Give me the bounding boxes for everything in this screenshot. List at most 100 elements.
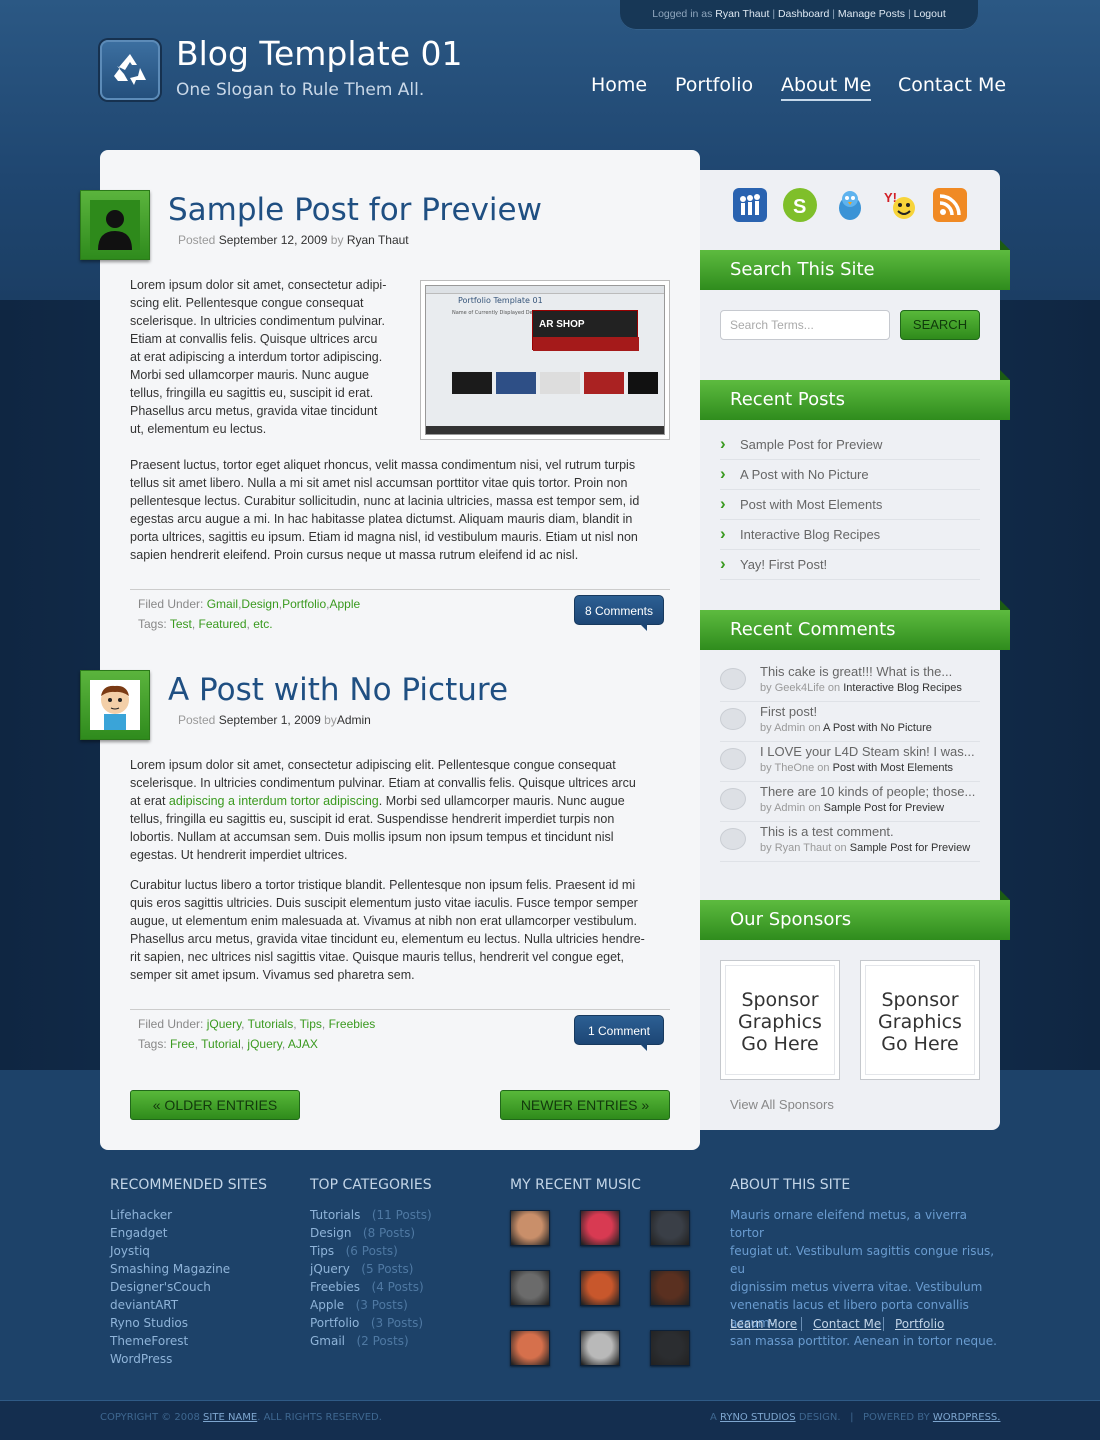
category-item[interactable]: Portfolio (3 Posts) xyxy=(310,1316,423,1330)
category-name[interactable]: Apple xyxy=(310,1298,344,1312)
footer-link[interactable]: Smashing Magazine xyxy=(110,1262,230,1276)
footer-link[interactable]: deviantART xyxy=(110,1298,178,1312)
footer-link[interactable]: WordPress xyxy=(110,1352,172,1366)
footer-link[interactable]: Lifehacker xyxy=(110,1208,172,1222)
recent-post-link[interactable]: Interactive Blog Recipes xyxy=(720,519,980,550)
post-title[interactable]: Sample Post for Preview xyxy=(168,192,542,228)
category-link[interactable]: Gmail xyxy=(207,597,238,611)
tag-link[interactable]: etc. xyxy=(253,617,272,631)
learn-more-link[interactable]: Learn More xyxy=(730,1317,797,1331)
wordpress-link[interactable]: WORDPRESS. xyxy=(933,1412,1001,1423)
category-link[interactable]: Portfolio xyxy=(282,597,326,611)
comment-post-link[interactable]: Sample Post for Preview xyxy=(824,802,944,814)
nav-home[interactable]: Home xyxy=(591,74,647,96)
sponsor-ad[interactable]: Sponsor Graphics Go Here xyxy=(860,960,980,1080)
category-link[interactable]: Apple xyxy=(329,597,360,611)
category-link[interactable]: jQuery xyxy=(207,1017,241,1031)
myspace-icon[interactable] xyxy=(733,188,767,222)
sponsor-ad[interactable]: Sponsor Graphics Go Here xyxy=(720,960,840,1080)
portfolio-link[interactable]: Portfolio xyxy=(895,1317,944,1331)
recent-comment[interactable]: This is a test comment. by Ryan Thaut on… xyxy=(720,822,980,862)
nav-contact-me[interactable]: Contact Me xyxy=(898,74,1006,96)
album-cover[interactable] xyxy=(580,1270,620,1306)
category-item[interactable]: Tutorials (11 Posts) xyxy=(310,1208,432,1222)
author-avatar[interactable] xyxy=(80,190,150,260)
category-item[interactable]: Tips (6 Posts) xyxy=(310,1244,398,1258)
category-item[interactable]: Apple (3 Posts) xyxy=(310,1298,408,1312)
tag-link[interactable]: Test xyxy=(170,617,192,631)
post-author[interactable]: Admin xyxy=(337,713,371,727)
album-cover[interactable] xyxy=(510,1270,550,1306)
comment-post-link[interactable]: Post with Most Elements xyxy=(833,762,953,774)
recent-comment[interactable]: There are 10 kinds of people; those... b… xyxy=(720,782,980,822)
comment-post-link[interactable]: Sample Post for Preview xyxy=(850,842,970,854)
footer-link[interactable]: ThemeForest xyxy=(110,1334,188,1348)
site-title[interactable]: Blog Template 01 xyxy=(176,34,463,73)
category-item[interactable]: jQuery (5 Posts) xyxy=(310,1262,413,1276)
ryno-studios-link[interactable]: RYNO STUDIOS xyxy=(720,1412,796,1423)
tag-link[interactable]: AJAX xyxy=(288,1037,318,1051)
category-link[interactable]: Freebies xyxy=(329,1017,376,1031)
site-name-link[interactable]: SITE NAME xyxy=(203,1412,257,1423)
comment-post-link[interactable]: Interactive Blog Recipes xyxy=(843,682,962,694)
logged-in-user[interactable]: Ryan Thaut xyxy=(715,8,769,20)
category-name[interactable]: Design xyxy=(310,1226,351,1240)
post-title[interactable]: A Post with No Picture xyxy=(168,672,508,708)
yahoo-messenger-icon[interactable]: Y! xyxy=(883,188,917,222)
comment-text[interactable]: There are 10 kinds of people; those... xyxy=(760,784,975,799)
category-name[interactable]: Tutorials xyxy=(310,1208,360,1222)
rss-icon[interactable] xyxy=(933,188,967,222)
footer-link[interactable]: Engadget xyxy=(110,1226,167,1240)
dashboard-link[interactable]: Dashboard xyxy=(778,8,829,20)
inline-link[interactable]: adipiscing a interdum tortor adipiscing xyxy=(169,794,379,808)
recent-comment[interactable]: First post! by Admin on A Post with No P… xyxy=(720,702,980,742)
recent-post-link[interactable]: Yay! First Post! xyxy=(720,549,980,580)
recent-comment[interactable]: I LOVE your L4D Steam skin! I was... by … xyxy=(720,742,980,782)
newer-entries-button[interactable]: NEWER ENTRIES » xyxy=(500,1090,670,1120)
category-name[interactable]: Gmail xyxy=(310,1334,345,1348)
category-name[interactable]: Portfolio xyxy=(310,1316,359,1330)
twitter-icon[interactable] xyxy=(833,188,867,222)
category-link[interactable]: Tutorials xyxy=(248,1017,294,1031)
logout-link[interactable]: Logout xyxy=(914,8,946,20)
album-cover[interactable] xyxy=(510,1210,550,1246)
search-input[interactable]: Search Terms... xyxy=(720,310,890,340)
tag-link[interactable]: Featured xyxy=(199,617,247,631)
search-button[interactable]: SEARCH xyxy=(900,310,980,340)
comment-text[interactable]: This is a test comment. xyxy=(760,824,894,839)
post-image[interactable]: Portfolio Template 01 Name of Currently … xyxy=(420,280,670,440)
category-link[interactable]: Tips xyxy=(300,1017,322,1031)
category-name[interactable]: Tips xyxy=(310,1244,334,1258)
album-cover[interactable] xyxy=(510,1330,550,1366)
nav-portfolio[interactable]: Portfolio xyxy=(675,74,753,96)
nav-about-me[interactable]: About Me xyxy=(781,74,872,101)
view-all-sponsors-link[interactable]: View All Sponsors xyxy=(730,1097,834,1112)
tag-link[interactable]: jQuery xyxy=(247,1037,281,1051)
footer-link[interactable]: Ryno Studios xyxy=(110,1316,188,1330)
older-entries-button[interactable]: « OLDER ENTRIES xyxy=(130,1090,300,1120)
comment-post-link[interactable]: A Post with No Picture xyxy=(823,722,932,734)
category-item[interactable]: Freebies (4 Posts) xyxy=(310,1280,424,1294)
album-cover[interactable] xyxy=(650,1270,690,1306)
comment-text[interactable]: This cake is great!!! What is the... xyxy=(760,664,952,679)
category-name[interactable]: Freebies xyxy=(310,1280,360,1294)
footer-link[interactable]: Joystiq xyxy=(110,1244,150,1258)
album-cover[interactable] xyxy=(650,1210,690,1246)
contact-me-link[interactable]: Contact Me xyxy=(813,1317,881,1331)
manage-posts-link[interactable]: Manage Posts xyxy=(838,8,905,20)
recent-comment[interactable]: This cake is great!!! What is the... by … xyxy=(720,662,980,702)
recent-post-link[interactable]: Post with Most Elements xyxy=(720,489,980,520)
album-cover[interactable] xyxy=(650,1330,690,1366)
tag-link[interactable]: Tutorial xyxy=(201,1037,241,1051)
category-item[interactable]: Design (8 Posts) xyxy=(310,1226,415,1240)
comment-text[interactable]: First post! xyxy=(760,704,817,719)
comments-button[interactable]: 8 Comments xyxy=(574,595,664,631)
comments-button[interactable]: 1 Comment xyxy=(574,1015,664,1051)
post-author[interactable]: Ryan Thaut xyxy=(347,233,409,247)
recent-post-link[interactable]: Sample Post for Preview xyxy=(720,429,980,460)
footer-link[interactable]: Designer'sCouch xyxy=(110,1280,211,1294)
album-cover[interactable] xyxy=(580,1330,620,1366)
category-name[interactable]: jQuery xyxy=(310,1262,350,1276)
album-cover[interactable] xyxy=(580,1210,620,1246)
recent-post-link[interactable]: A Post with No Picture xyxy=(720,459,980,490)
